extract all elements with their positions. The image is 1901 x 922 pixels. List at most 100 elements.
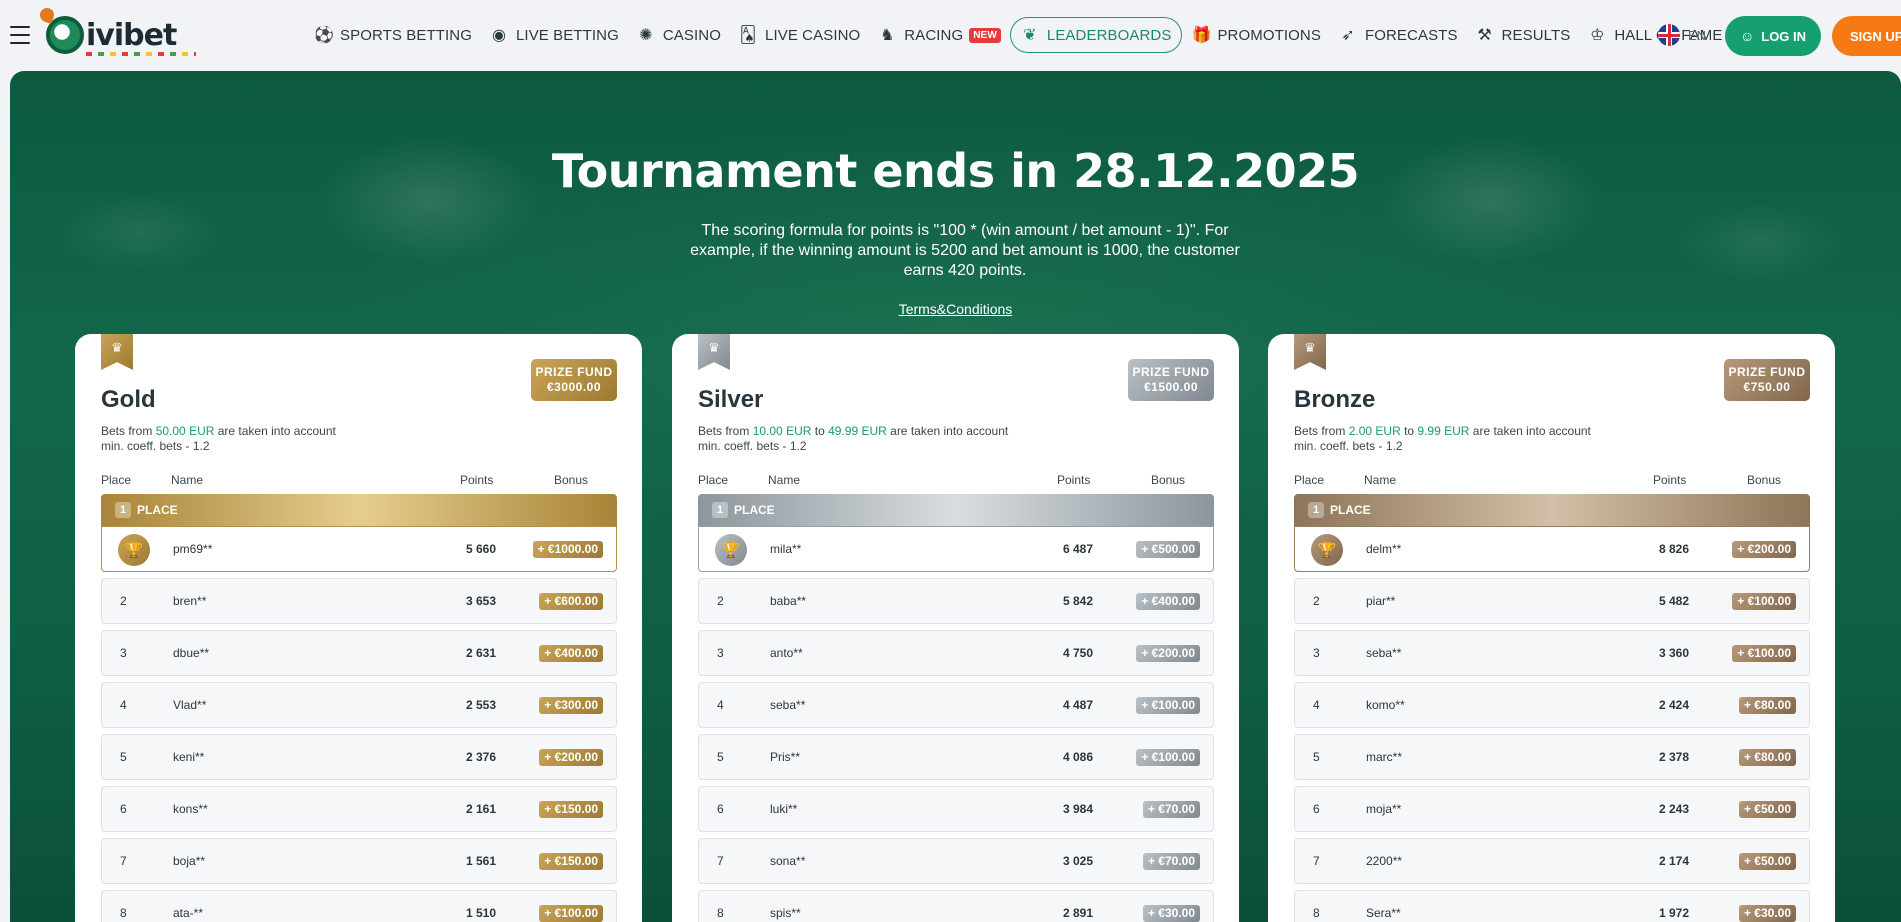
- row-bonus-badge: + €600.00: [539, 593, 603, 610]
- row-bonus-badge: + €70.00: [1142, 853, 1200, 870]
- login-button[interactable]: ☺ LOG IN: [1725, 16, 1821, 56]
- bets-prefix: Bets from: [698, 424, 750, 438]
- table-row: 4 Vlad** 2 553 + €300.00: [101, 682, 617, 728]
- nav-hall-of-fame[interactable]: ♔ HALL OF FAME: [1579, 17, 1731, 53]
- row-points: 5 660: [465, 542, 496, 556]
- language-selector[interactable]: EN: [1658, 24, 1706, 46]
- min-coeff-text: min. coeff. bets - 1.2: [698, 439, 807, 453]
- bets-range-text: Bets from 50.00 EUR are taken into accou…: [101, 424, 336, 438]
- first-place-banner: 1 PLACE: [698, 494, 1214, 526]
- row-name: Sera**: [1366, 906, 1401, 920]
- header-place: Place: [698, 473, 729, 487]
- nav-promotions[interactable]: 🎁 PROMOTIONS: [1182, 17, 1330, 53]
- row-place: 3: [717, 646, 724, 660]
- row-bonus-badge: + €80.00: [1738, 749, 1796, 766]
- row-place: 5: [1313, 750, 1320, 764]
- row-place: 5: [120, 750, 127, 764]
- gift-icon: 🎁: [1191, 27, 1212, 44]
- row-name: 2200**: [1366, 854, 1403, 868]
- gold-leaderboard-card: ♛ Gold PRIZE FUND €3000.00 Bets from 50.00 E…: [75, 334, 642, 922]
- laurel-icon: ❦: [1023, 27, 1037, 44]
- first-place-label: PLACE: [734, 503, 775, 517]
- logo-garland: [86, 52, 196, 56]
- table-row: 4 komo** 2 424 + €80.00: [1294, 682, 1810, 728]
- row-bonus-badge: + €30.00: [1738, 905, 1796, 922]
- bets-to-amount: 9.99 EUR: [1417, 424, 1470, 438]
- table-row: 5 Pris** 4 086 + €100.00: [698, 734, 1214, 780]
- row-bonus-badge: + €100.00: [1136, 749, 1200, 766]
- tournament-title: Tournament ends in 28.12.2025: [551, 144, 1360, 198]
- row-name: spis**: [770, 906, 801, 920]
- bets-from-amount: 2.00 EUR: [1348, 424, 1401, 438]
- login-label: LOG IN: [1761, 28, 1807, 44]
- menu-burger-icon[interactable]: [10, 26, 30, 44]
- row-place: 2: [1313, 594, 1320, 608]
- nav-leaderboards[interactable]: ❦ LEADERBOARDS: [1009, 17, 1183, 53]
- row-points: 4 086: [1062, 750, 1093, 764]
- row-points: 2 378: [1658, 750, 1689, 764]
- table-row: 8 Sera** 1 972 + €30.00: [1294, 890, 1810, 922]
- header-place: Place: [1294, 473, 1325, 487]
- row-name: moja**: [1366, 802, 1402, 816]
- table-row: 2 piar** 5 482 + €100.00: [1294, 578, 1810, 624]
- top-header: ivibet ⚽ SPORTS BETTING ◉ LIVE BETTING ✺…: [0, 0, 1901, 70]
- nav-label: LIVE CASINO: [765, 26, 861, 44]
- first-place-number: 1: [115, 502, 131, 518]
- bets-from-amount: 50.00 EUR: [155, 424, 215, 438]
- nav-results[interactable]: ⚒ RESULTS: [1467, 17, 1580, 53]
- nav-forecasts[interactable]: ➶ FORECASTS: [1330, 17, 1467, 53]
- tier-title: Bronze: [1294, 386, 1376, 413]
- row-points: 4 487: [1062, 698, 1093, 712]
- ivibet-logo[interactable]: ivibet: [46, 12, 196, 58]
- header-points: Points: [460, 473, 494, 487]
- row-bonus-badge: + €70.00: [1142, 801, 1200, 818]
- tier-title: Silver: [698, 386, 764, 413]
- bets-prefix: Bets from: [101, 424, 153, 438]
- crown-ribbon-icon: ♛: [101, 334, 133, 370]
- row-name: kons**: [173, 802, 208, 816]
- trophy-icon: 🏆: [118, 534, 150, 566]
- row-name: delm**: [1366, 542, 1402, 556]
- signup-label: SIGN UP: [1850, 28, 1901, 44]
- language-code: EN: [1688, 27, 1707, 43]
- prize-fund-amount: €3000.00: [546, 380, 602, 394]
- user-icon: ☺: [1739, 28, 1755, 44]
- row-points: 4 750: [1062, 646, 1093, 660]
- signup-button[interactable]: SIGN UP: [1832, 16, 1901, 56]
- row-bonus-badge: + €400.00: [539, 645, 603, 662]
- nav-sports-betting[interactable]: ⚽ SPORTS BETTING: [305, 17, 481, 53]
- row-bonus-badge: + €100.00: [1732, 593, 1796, 610]
- row-place: 7: [717, 854, 724, 868]
- row-points: 5 842: [1062, 594, 1093, 608]
- row-place: 6: [1313, 802, 1320, 816]
- table-row: 6 kons** 2 161 + €150.00: [101, 786, 617, 832]
- cards-icon: 🂡: [739, 27, 757, 44]
- terms-link[interactable]: Terms&Conditions: [10, 301, 1901, 317]
- podium-icon: ♔: [1590, 27, 1605, 44]
- row-points: 5 482: [1658, 594, 1689, 608]
- silver-leaderboard-card: ♛ Silver PRIZE FUND €1500.00 Bets from 10.00…: [672, 334, 1239, 922]
- nav-live-betting[interactable]: ◉ LIVE BETTING: [481, 17, 628, 53]
- row-points: 3 984: [1062, 802, 1093, 816]
- row-bonus-badge: + €200.00: [539, 749, 603, 766]
- first-place-label: PLACE: [1330, 503, 1371, 517]
- row-bonus-badge: + €100.00: [1136, 697, 1200, 714]
- row-name: bren**: [173, 594, 207, 608]
- row-place: 4: [120, 698, 127, 712]
- row-points: 8 826: [1658, 542, 1689, 556]
- row-bonus-badge: + €200.00: [1732, 541, 1796, 558]
- header-bonus: Bonus: [1151, 473, 1186, 487]
- crown-ribbon-icon: ♛: [698, 334, 730, 370]
- prize-fund-amount: €1500.00: [1143, 380, 1199, 394]
- row-place: 6: [120, 802, 127, 816]
- nav-casino[interactable]: ✺ CASINO: [628, 17, 730, 53]
- row-bonus-badge: + €50.00: [1738, 801, 1796, 818]
- row-points: 2 553: [465, 698, 496, 712]
- table-row: 2 bren** 3 653 + €600.00: [101, 578, 617, 624]
- nav-live-casino[interactable]: 🂡 LIVE CASINO: [730, 17, 869, 53]
- new-badge: NEW: [969, 27, 1001, 43]
- row-points: 6 487: [1062, 542, 1093, 556]
- nav-racing[interactable]: ♞ RACING NEW: [869, 17, 1010, 53]
- row-name: marc**: [1366, 750, 1403, 764]
- row-name: piar**: [1366, 594, 1396, 608]
